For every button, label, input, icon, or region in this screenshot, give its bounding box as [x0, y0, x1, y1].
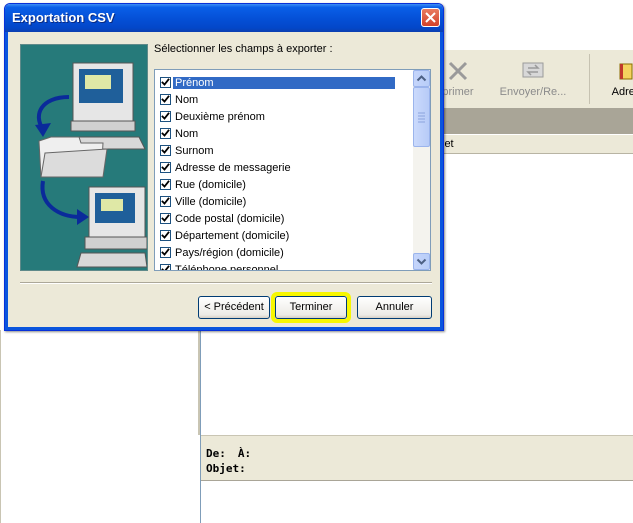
- field-label: Téléphone personnel: [175, 264, 279, 271]
- vertical-scrollbar[interactable]: [413, 70, 430, 270]
- to-label: À:: [237, 447, 252, 460]
- delete-x-icon: [438, 60, 478, 82]
- field-label: Adresse de messagerie: [175, 162, 291, 174]
- field-item[interactable]: Code postal (domicile): [155, 211, 414, 228]
- send-receive-button[interactable]: Envoyer/Re...: [490, 58, 576, 104]
- field-label: Ville (domicile): [175, 196, 247, 208]
- field-item[interactable]: Prénom: [155, 75, 414, 92]
- folder-icon: [38, 136, 108, 178]
- send-receive-icon: [490, 60, 576, 82]
- field-item[interactable]: Deuxième prénom: [155, 109, 414, 126]
- field-label: Prénom: [173, 77, 395, 89]
- field-checkbox[interactable]: [160, 179, 171, 190]
- field-label: Nom: [175, 128, 199, 140]
- fields-prompt: Sélectionner les champs à exporter :: [154, 43, 333, 55]
- field-label: Surnom: [175, 145, 214, 157]
- message-list-column-header[interactable]: jet: [440, 134, 633, 154]
- title-bar[interactable]: Exportation CSV: [5, 4, 443, 32]
- subject-label: Objet:: [206, 462, 246, 475]
- dialog-title: Exportation CSV: [12, 10, 115, 25]
- field-checkbox[interactable]: [160, 264, 171, 270]
- csv-export-dialog: Exportation CSV Sélectionner les champs …: [4, 3, 444, 331]
- field-checkbox[interactable]: [160, 145, 171, 156]
- field-item[interactable]: Nom: [155, 126, 414, 143]
- field-item[interactable]: Adresse de messagerie: [155, 160, 414, 177]
- field-label: Nom: [175, 94, 199, 106]
- field-item[interactable]: Pays/région (domicile): [155, 245, 414, 262]
- field-checkbox[interactable]: [160, 111, 171, 122]
- close-icon: [425, 12, 436, 23]
- dialog-frame-bottom: [5, 327, 443, 330]
- field-checkbox[interactable]: [160, 162, 171, 173]
- highlight-annotation: [271, 292, 351, 323]
- scroll-thumb[interactable]: [413, 87, 430, 147]
- cancel-button[interactable]: Annuler: [357, 296, 432, 319]
- computer-icon: [60, 62, 146, 150]
- folder-header-bar: [440, 108, 633, 134]
- field-label: Deuxième prénom: [175, 111, 265, 123]
- field-label: Département (domicile): [175, 230, 290, 242]
- send-receive-label: Envoyer/Re...: [499, 86, 567, 98]
- message-list-border: [200, 330, 201, 523]
- address-book-button[interactable]: Adres: [606, 58, 633, 104]
- field-item[interactable]: Téléphone personnel: [155, 262, 414, 271]
- scroll-down-button[interactable]: [413, 253, 430, 270]
- address-book-icon: [606, 60, 633, 82]
- field-checkbox[interactable]: [160, 230, 171, 241]
- dialog-frame-left: [5, 32, 8, 330]
- toolbar-separator: [589, 54, 590, 104]
- background-toolbar: primer Envoyer/Re... Adres: [438, 50, 633, 109]
- export-illustration: [20, 44, 148, 271]
- field-checkbox[interactable]: [160, 94, 171, 105]
- field-label: Pays/région (domicile): [175, 247, 284, 259]
- computer-icon: [76, 186, 148, 268]
- field-checkbox[interactable]: [160, 128, 171, 139]
- field-checkbox[interactable]: [160, 196, 171, 207]
- delete-button-label: primer: [442, 86, 474, 98]
- field-checkbox[interactable]: [160, 213, 171, 224]
- field-item[interactable]: Surnom: [155, 143, 414, 160]
- preview-header: De: À: Objet:: [201, 442, 633, 481]
- scroll-up-button[interactable]: [413, 70, 430, 87]
- field-item[interactable]: Nom: [155, 92, 414, 109]
- close-button[interactable]: [421, 8, 440, 27]
- delete-button[interactable]: primer: [438, 58, 478, 104]
- address-book-label: Adres: [611, 86, 633, 98]
- fields-listbox[interactable]: Prénom Nom Deuxième prénom Nom Surnom Adresse…: [154, 69, 431, 271]
- field-label: Code postal (domicile): [175, 213, 285, 225]
- field-checkbox[interactable]: [160, 247, 171, 258]
- dialog-separator: [20, 282, 432, 284]
- folder-pane-border: [0, 330, 1, 523]
- field-item[interactable]: Ville (domicile): [155, 194, 414, 211]
- field-item[interactable]: Département (domicile): [155, 228, 414, 245]
- field-checkbox[interactable]: [160, 77, 171, 88]
- field-label: Rue (domicile): [175, 179, 246, 191]
- chevron-down-icon: [416, 258, 427, 265]
- field-item[interactable]: Rue (domicile): [155, 177, 414, 194]
- chevron-up-icon: [416, 75, 427, 82]
- from-label: De:: [206, 447, 226, 460]
- previous-button[interactable]: < Précédent: [198, 296, 270, 319]
- dialog-frame-right: [440, 32, 443, 330]
